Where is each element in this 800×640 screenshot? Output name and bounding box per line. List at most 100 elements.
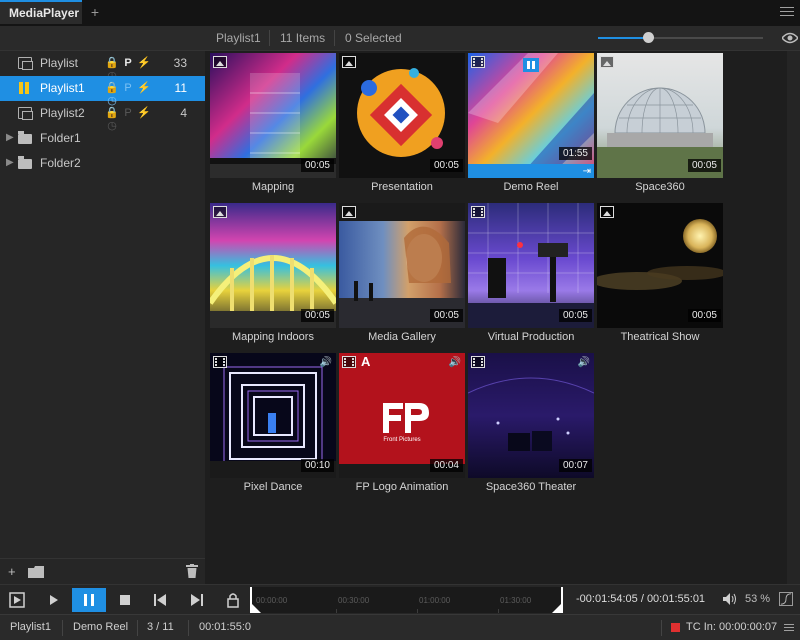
media-thumbnail[interactable]: 00:05 bbox=[339, 203, 465, 328]
media-thumbnail[interactable]: Front Pictures A 🔊 00:04 bbox=[339, 353, 465, 478]
chevron-right-icon[interactable]: ▶ bbox=[6, 132, 14, 143]
item-count: 4 bbox=[180, 106, 187, 120]
media-thumbnail[interactable]: 00:05 bbox=[597, 53, 723, 178]
timeline-tick: 01:00:00 bbox=[419, 596, 451, 605]
status-menu-icon[interactable] bbox=[784, 622, 794, 632]
playing-pause-icon bbox=[18, 82, 32, 94]
timecode-indicator bbox=[671, 623, 680, 632]
media-card-pixel-dance[interactable]: 🔊 00:10 Pixel Dance bbox=[205, 351, 336, 498]
lock-icon[interactable]: 🔒 bbox=[104, 56, 120, 69]
in-point-marker[interactable] bbox=[251, 603, 261, 613]
video-type-icon bbox=[213, 356, 227, 368]
preload-flag[interactable]: P bbox=[120, 107, 136, 119]
slider-handle[interactable] bbox=[642, 32, 654, 43]
media-thumbnail[interactable]: 🔊 00:10 bbox=[210, 353, 336, 478]
sidebar-item-playlist2[interactable]: Playlist2 🔒 P ⚡◷ 4 bbox=[0, 101, 205, 132]
lightning-icon[interactable]: ⚡ bbox=[136, 56, 152, 69]
media-thumbnail[interactable]: ⇥ 01:55 bbox=[468, 53, 594, 178]
grid-scrollbar[interactable] bbox=[787, 51, 800, 584]
divider bbox=[269, 30, 270, 46]
timeline-tick-mark bbox=[498, 609, 499, 613]
media-card-virtual-production[interactable]: 00:05 Virtual Production bbox=[463, 201, 594, 348]
media-thumbnail[interactable]: 00:05 bbox=[468, 203, 594, 328]
pause-icon bbox=[84, 594, 94, 606]
duration-label: 01:55 bbox=[558, 147, 592, 160]
trash-icon[interactable] bbox=[186, 564, 198, 578]
folder-icon bbox=[18, 156, 32, 169]
sidebar-item-playlist1[interactable]: Playlist1 🔒 P ⚡◷ 11 bbox=[0, 76, 205, 107]
thumbnail-zoom-slider[interactable] bbox=[598, 32, 763, 44]
status-playlist: Playlist1 bbox=[10, 621, 51, 633]
sidebar-item-folder1[interactable]: ▶ Folder1 bbox=[0, 126, 205, 151]
volume-icon[interactable] bbox=[723, 593, 737, 605]
sidebar-item-label: Folder2 bbox=[40, 156, 81, 170]
sidebar-item-playlist[interactable]: Playlist 🔒P⚡◷ 33 bbox=[0, 51, 205, 82]
lock-icon[interactable]: 🔒 bbox=[104, 106, 120, 119]
play-icon bbox=[50, 595, 58, 605]
curve-icon[interactable] bbox=[779, 592, 793, 606]
play-from-start-button[interactable] bbox=[0, 588, 34, 612]
lock-button[interactable] bbox=[216, 588, 250, 612]
video-type-icon bbox=[342, 356, 356, 368]
status-position: 3 / 11 bbox=[147, 621, 174, 633]
progress-strip bbox=[468, 164, 594, 178]
media-thumbnail[interactable]: 00:05 bbox=[210, 53, 336, 178]
media-card-space360[interactable]: 00:05 Space360 bbox=[592, 51, 723, 198]
divider bbox=[661, 620, 662, 636]
media-card-mapping[interactable]: 00:05 Mapping bbox=[205, 51, 336, 198]
hamburger-menu-icon[interactable] bbox=[780, 4, 794, 20]
item-count: 11 bbox=[174, 81, 187, 95]
add-folder-button[interactable]: + bbox=[8, 564, 48, 580]
selected-count: 0 Selected bbox=[345, 31, 402, 45]
media-card-space360-theater[interactable]: 🔊 00:07 Space360 Theater bbox=[463, 351, 594, 498]
lock-icon[interactable]: 🔒 bbox=[104, 81, 120, 94]
volume-percent[interactable]: 53 % bbox=[745, 593, 770, 605]
auto-badge: A bbox=[361, 354, 371, 369]
timeline-tick-mark bbox=[417, 609, 418, 613]
media-thumbnail[interactable]: 🔊 00:07 bbox=[468, 353, 594, 478]
duration-label: 00:05 bbox=[687, 159, 721, 172]
add-tab-button[interactable]: + bbox=[88, 4, 102, 20]
out-point-marker[interactable] bbox=[552, 603, 562, 613]
play-button[interactable] bbox=[36, 588, 70, 612]
tab-mediaplayer[interactable]: MediaPlayer bbox=[0, 0, 82, 24]
speaker-icon: 🔊 bbox=[448, 357, 461, 368]
media-thumbnail[interactable]: 00:05 bbox=[339, 53, 465, 178]
media-thumbnail[interactable]: 00:05 bbox=[210, 203, 336, 328]
media-title: Pixel Dance bbox=[243, 481, 303, 493]
preload-flag[interactable]: P bbox=[120, 82, 136, 94]
media-thumbnail[interactable]: 00:05 bbox=[597, 203, 723, 328]
item-count: 33 bbox=[173, 56, 187, 70]
media-title: Theatrical Show bbox=[620, 331, 700, 343]
media-card-demo-reel[interactable]: ⇥ 01:55 Demo Reel bbox=[463, 51, 594, 198]
media-card-presentation[interactable]: 00:05 Presentation bbox=[334, 51, 465, 198]
plus-icon: + bbox=[8, 564, 16, 579]
logo-caption: Front Pictures bbox=[383, 437, 421, 443]
eye-icon[interactable] bbox=[782, 32, 798, 44]
media-card-fp-logo-animation[interactable]: Front Pictures A 🔊 00:04 FP Logo Animati… bbox=[334, 351, 465, 498]
duration-label: 00:05 bbox=[429, 159, 463, 172]
media-card-media-gallery[interactable]: 00:05 Media Gallery bbox=[334, 201, 465, 348]
status-current-item: Demo Reel bbox=[73, 621, 129, 633]
status-bar: Playlist1 Demo Reel 3 / 11 00:01:55:0 TC… bbox=[0, 614, 800, 640]
divider bbox=[62, 620, 63, 636]
folder-icon bbox=[18, 131, 32, 144]
sidebar-item-folder2[interactable]: ▶ Folder2 bbox=[0, 151, 205, 176]
lightning-icon[interactable]: ⚡ bbox=[136, 81, 152, 94]
stop-button[interactable] bbox=[108, 588, 142, 612]
chevron-right-icon[interactable]: ▶ bbox=[6, 157, 14, 168]
timeline-scrubber[interactable]: 00:00:00 00:30:00 01:00:00 01:30:00 bbox=[250, 587, 563, 613]
next-button[interactable] bbox=[180, 588, 214, 612]
lightning-icon[interactable]: ⚡ bbox=[136, 106, 152, 119]
pause-button[interactable] bbox=[72, 588, 106, 612]
previous-button[interactable] bbox=[144, 588, 178, 612]
media-card-mapping-indoors[interactable]: 00:05 Mapping Indoors bbox=[205, 201, 336, 348]
media-card-theatrical-show[interactable]: 00:05 Theatrical Show bbox=[592, 201, 723, 348]
sidebar-item-label: Playlist1 bbox=[40, 81, 85, 95]
preload-flag[interactable]: P bbox=[120, 57, 136, 69]
status-duration: 00:01:55:0 bbox=[199, 621, 251, 633]
timeline-tick: 00:30:00 bbox=[338, 596, 370, 605]
playing-pause-icon[interactable] bbox=[523, 58, 539, 72]
skip-next-icon bbox=[191, 594, 203, 606]
media-title: FP Logo Animation bbox=[355, 481, 449, 493]
